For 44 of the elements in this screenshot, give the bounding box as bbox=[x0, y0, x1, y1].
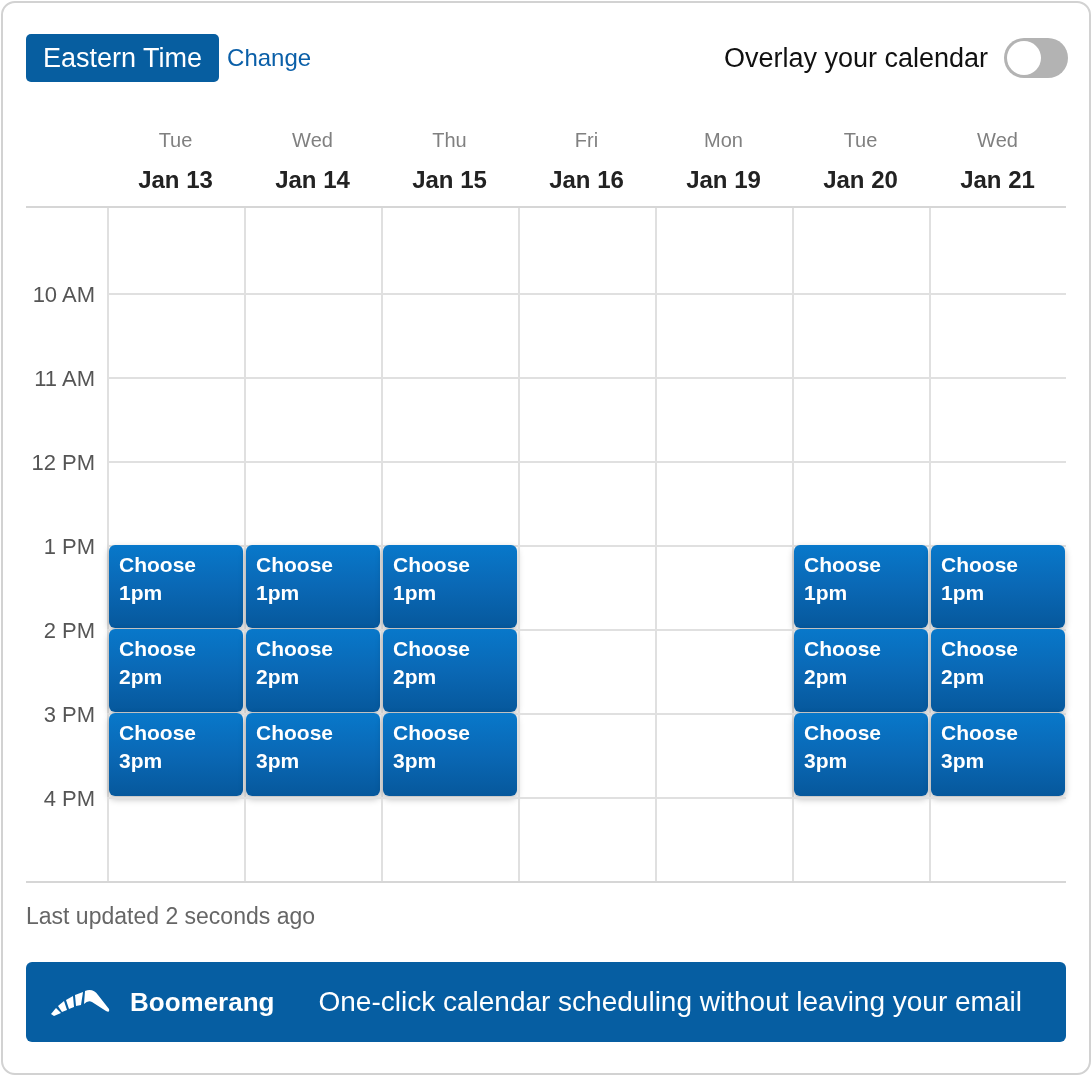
time-slot-button[interactable]: Choose 1pm bbox=[109, 545, 243, 628]
date-label: Jan 16 bbox=[549, 166, 624, 194]
time-slot-button[interactable]: Choose 2pm bbox=[109, 629, 243, 712]
time-slot-button[interactable]: Choose 1pm bbox=[931, 545, 1065, 628]
date-label: Jan 15 bbox=[412, 166, 487, 194]
weekday-label: Mon bbox=[704, 128, 743, 153]
time-slot-button[interactable]: Choose 1pm bbox=[246, 545, 380, 628]
time-slot-button[interactable]: Choose 2pm bbox=[794, 629, 928, 712]
weekday-label: Wed bbox=[292, 128, 333, 153]
weekday-label: Tue bbox=[843, 128, 878, 153]
tagline-text: One-click calendar scheduling without leaving your email bbox=[318, 986, 1022, 1018]
hour-label: 11 AM bbox=[34, 366, 95, 392]
hour-label: 12 PM bbox=[31, 450, 95, 476]
boomerang-icon bbox=[50, 987, 110, 1017]
weekday-label: Fri bbox=[574, 128, 599, 153]
last-updated-text: Last updated 2 seconds ago bbox=[26, 902, 315, 930]
weekday-label: Tue bbox=[158, 128, 193, 153]
time-slot-button[interactable]: Choose 3pm bbox=[931, 713, 1065, 796]
date-label: Jan 13 bbox=[138, 166, 213, 194]
weekday-label: Wed bbox=[977, 128, 1018, 153]
hour-label: 1 PM bbox=[43, 534, 95, 560]
hour-label: 10 AM bbox=[32, 282, 95, 308]
time-slot-button[interactable]: Choose 3pm bbox=[246, 713, 380, 796]
time-slot-button[interactable]: Choose 3pm bbox=[383, 713, 517, 796]
hour-label: 3 PM bbox=[43, 702, 95, 728]
date-label: Jan 21 bbox=[960, 166, 1035, 194]
time-slot-button[interactable]: Choose 1pm bbox=[383, 545, 517, 628]
change-link[interactable]: Change bbox=[227, 44, 312, 72]
time-slot-button[interactable]: Choose 2pm bbox=[931, 629, 1065, 712]
time-slot-button[interactable]: Choose 2pm bbox=[383, 629, 517, 712]
overlay-label: Overlay your calendar bbox=[723, 42, 988, 74]
date-label: Jan 19 bbox=[686, 166, 761, 194]
hour-label: 2 PM bbox=[43, 618, 95, 644]
date-label: Jan 14 bbox=[275, 166, 350, 194]
time-slot-button[interactable]: Choose 3pm bbox=[109, 713, 243, 796]
date-label: Jan 20 bbox=[823, 166, 898, 194]
time-slot-button[interactable]: Choose 1pm bbox=[794, 545, 928, 628]
time-slot-button[interactable]: Choose 2pm bbox=[246, 629, 380, 712]
timezone-button[interactable]: Eastern Time bbox=[26, 34, 220, 82]
overlay-toggle[interactable] bbox=[1004, 38, 1068, 78]
brand-name: Boomerang bbox=[130, 986, 275, 1018]
hour-label: 4 PM bbox=[43, 786, 95, 812]
weekday-label: Thu bbox=[432, 128, 467, 153]
time-slot-button[interactable]: Choose 3pm bbox=[794, 713, 928, 796]
